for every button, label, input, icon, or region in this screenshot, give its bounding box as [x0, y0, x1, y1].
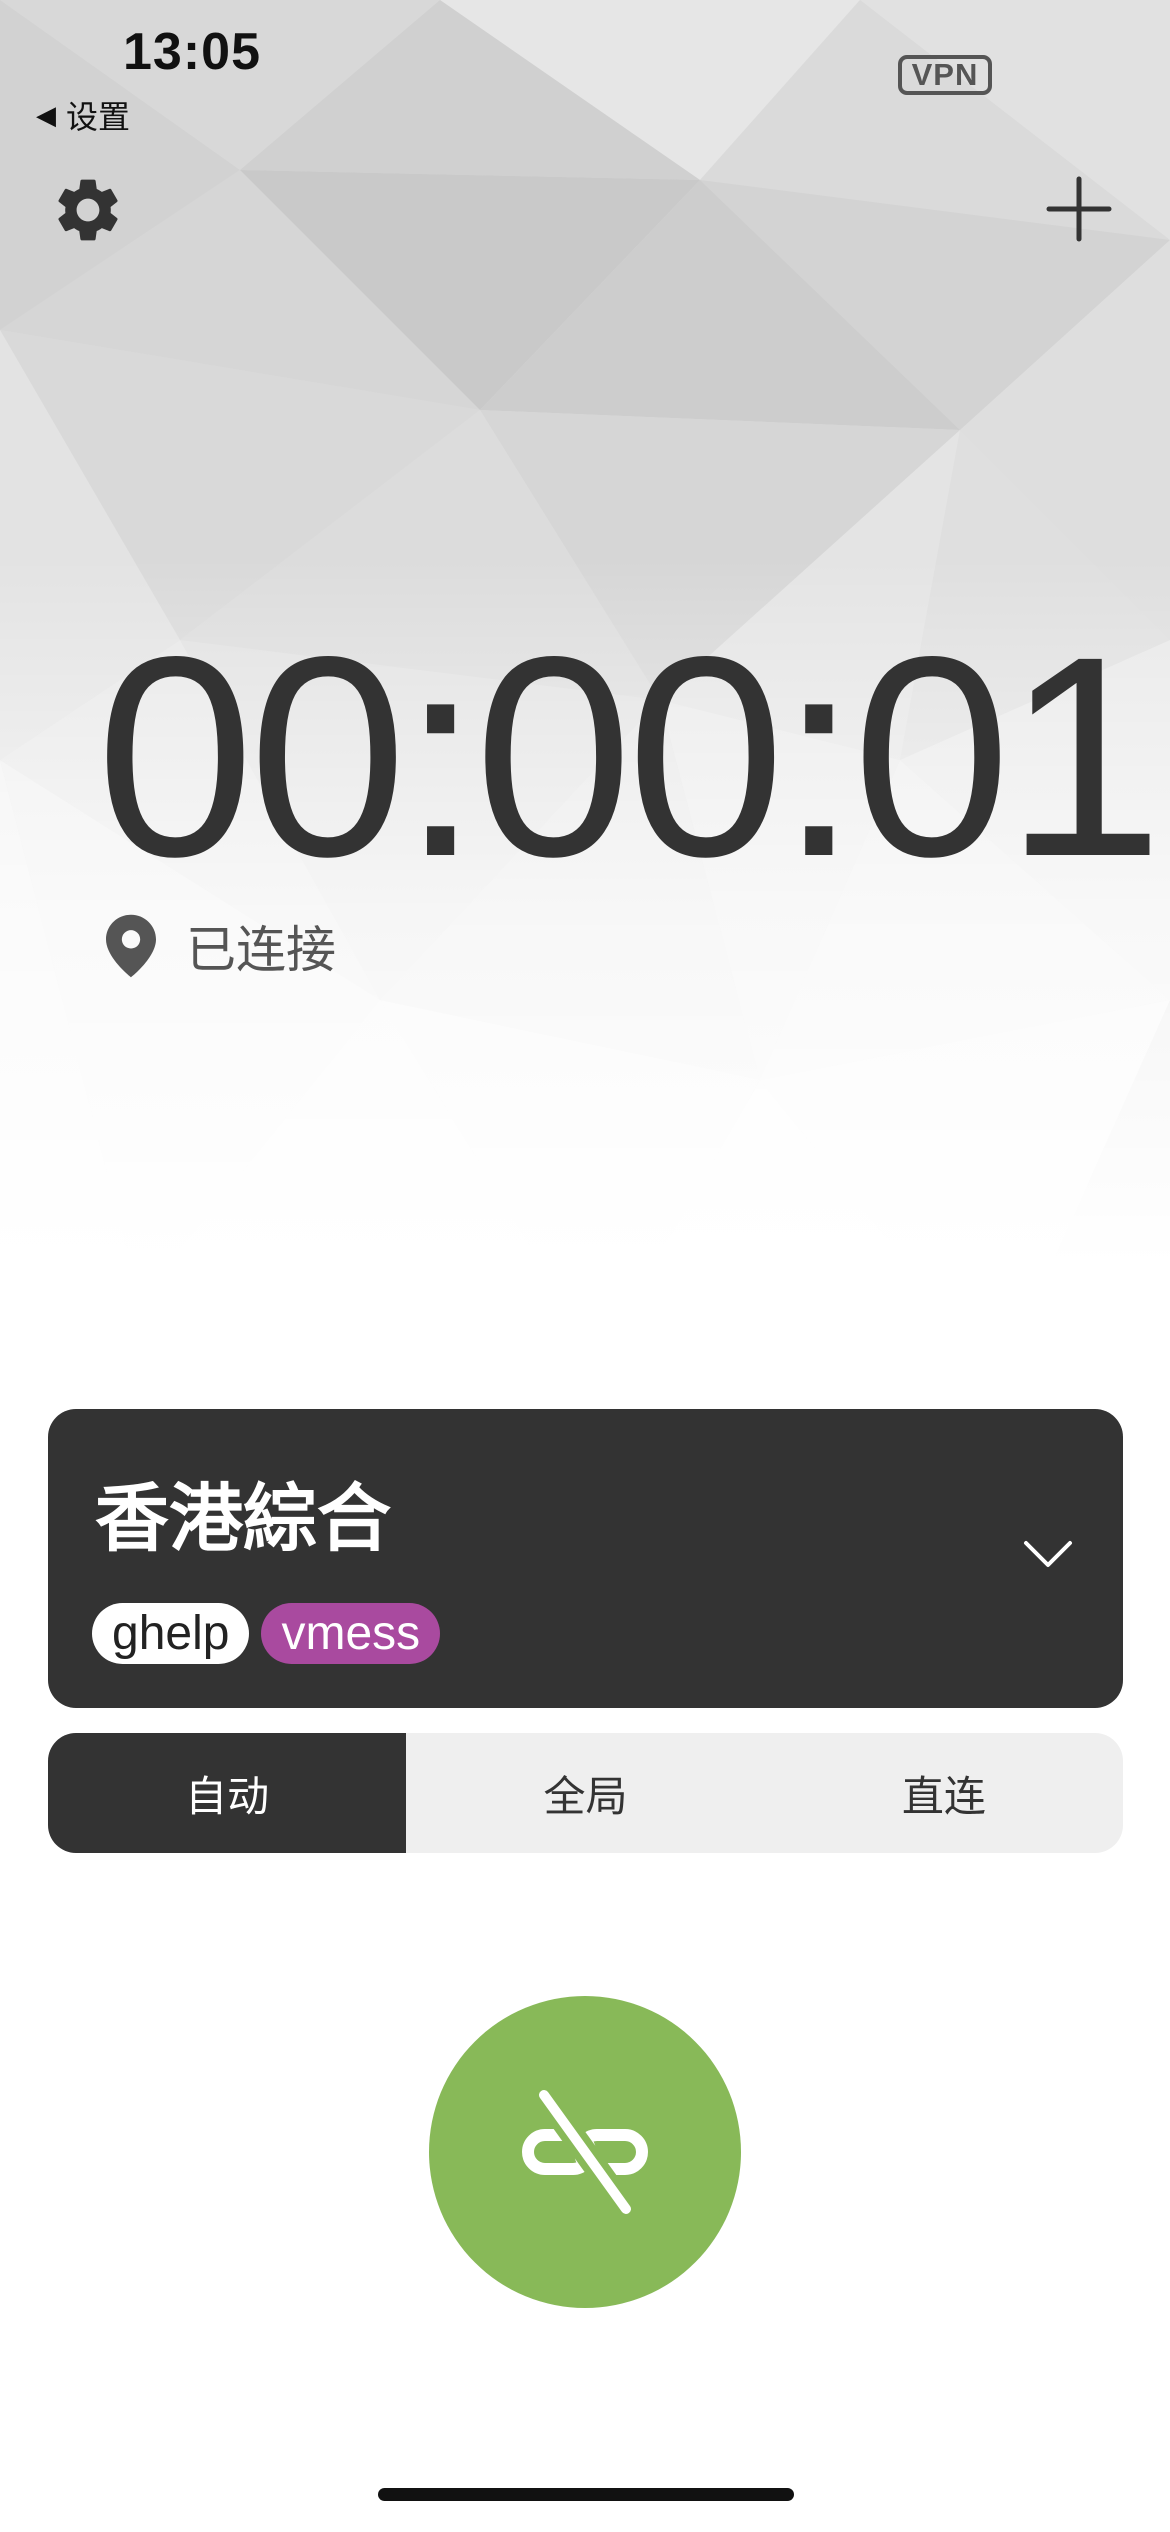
location-pin-icon: [106, 914, 156, 978]
link-off-icon: [522, 2087, 648, 2217]
connect-toggle-button[interactable]: [429, 1996, 741, 2308]
connection-timer: 00:00:01: [96, 598, 1163, 916]
back-to-settings-link[interactable]: ◀ 设置: [36, 92, 130, 138]
mode-global-tab[interactable]: 全局: [406, 1733, 764, 1853]
plus-icon[interactable]: [1046, 176, 1112, 242]
gear-icon[interactable]: [50, 172, 126, 248]
mode-auto-tab[interactable]: 自动: [48, 1733, 407, 1853]
mode-direct-tab[interactable]: 直连: [765, 1733, 1123, 1853]
connection-status: 已连接: [106, 910, 336, 982]
home-indicator: [378, 2488, 794, 2501]
protocol-tag: vmess: [261, 1603, 441, 1664]
chevron-down-icon[interactable]: [1023, 1539, 1073, 1569]
server-tag: ghelp: [92, 1603, 250, 1664]
proxy-mode-selector: 自动 全局 直连: [48, 1733, 1123, 1853]
server-selector[interactable]: 香港綜合 ghelp vmess: [48, 1409, 1123, 1708]
vpn-badge: VPN: [898, 55, 992, 95]
back-triangle-icon: ◀: [36, 99, 56, 130]
status-time: 13:05: [123, 23, 261, 81]
server-name: 香港綜合: [95, 1477, 391, 1560]
connection-status-text: 已连接: [186, 922, 336, 978]
back-link-label: 设置: [66, 99, 131, 135]
server-tags: ghelp vmess: [92, 1603, 452, 1664]
